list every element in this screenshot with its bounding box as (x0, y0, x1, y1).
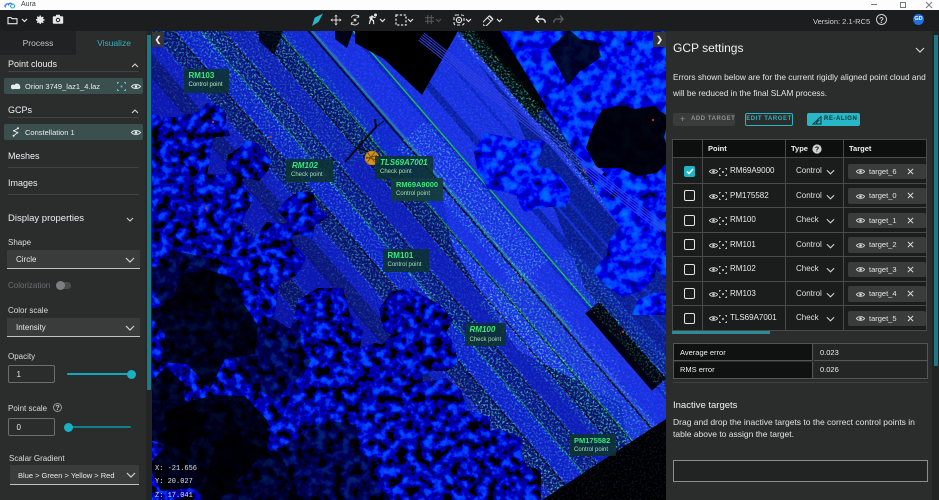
svg-text:?: ? (815, 146, 819, 153)
